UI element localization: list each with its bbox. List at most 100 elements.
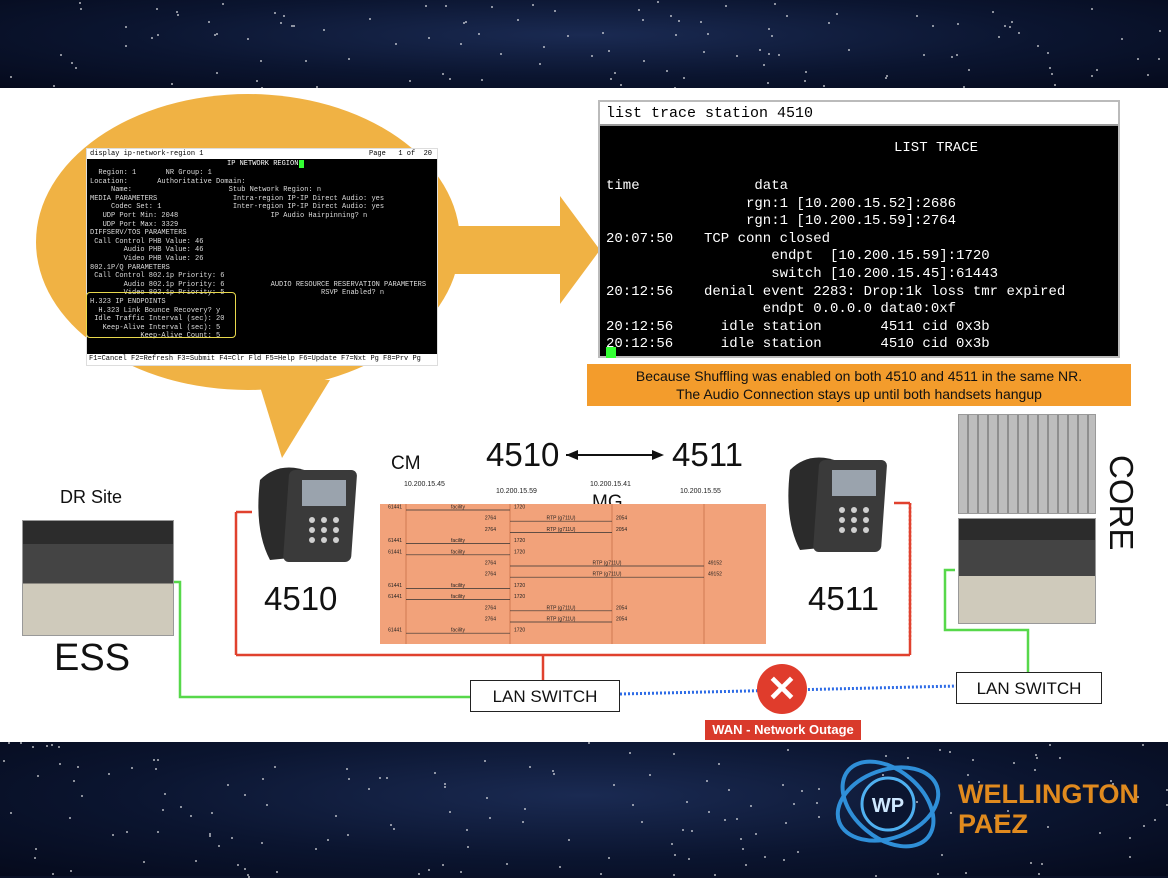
trace-cursor [606,347,616,358]
phone-a-label: 4510 [264,580,338,617]
terminal-footer: F1=Cancel F2=Refresh F3=Submit F4=Clr Fl… [89,355,421,363]
terminal-cursor [299,160,304,168]
ladder-src-port: 61441 [388,505,402,511]
list-trace-terminal: list trace station 4510 LIST TRACE time … [598,100,1120,358]
arrow-to-trace [450,196,600,304]
wp-logo-icon: WP [835,759,941,849]
lan-switch-right: LAN SWITCH [956,672,1102,704]
ladder-src-port: 2764 [485,605,496,611]
ladder-dst-port: 2054 [616,605,627,611]
note-line-1: Because Shuffling was enabled on both 45… [635,368,1083,384]
ladder-src-port: 2764 [485,561,496,567]
ladder-msg-label: RTP (g711U) [547,617,576,623]
ladder-dst-port: 49152 [708,572,722,578]
ladder-dst-port: 49152 [708,561,722,567]
ladder-src-port: 2764 [485,516,496,522]
logo-line-2: PAEZ [958,809,1029,839]
ladder-msg-label: RTP (g711U) [593,572,622,578]
core-label: CORE [1103,455,1140,551]
trace-data: switch [10.200.15.45]:61443 [704,266,999,282]
trace-data: idle station 4510 cid 0x3b [704,336,990,353]
trace-data: denial event 2283: Drop:1k loss tmr expi… [704,283,1066,300]
terminal-header-right: Page 1 of 20 [369,150,433,158]
ladder-src-port: 61441 [388,628,402,634]
logo-line-1: WELLINGTON [958,779,1139,809]
ip-phone-4510 [258,467,357,562]
ladder-dst-port: 1720 [514,594,525,600]
ladder-msg-label: RTP (g711U) [547,516,576,522]
terminal-line: Call Control PHB Value: 46 [90,237,204,246]
call-arrow-left-head [566,450,578,460]
ladder-msg-label: facility [451,628,465,634]
ladder-src-port: 61441 [388,594,402,600]
ladder-msg-label: RTP (g711U) [593,561,622,567]
ip-phone-4511 [788,457,887,552]
terminal-header-left: display ip-network-region 1 [90,150,204,158]
ladder-host: 10.200.15.55 [680,488,721,495]
ladder-src-port: 61441 [388,538,402,544]
ladder-dst-port: 1720 [514,628,525,634]
trace-data: idle station 4511 cid 0x3b [704,318,990,335]
shuffling-note: Because Shuffling was enabled on both 45… [587,364,1131,406]
core-gateway-photo [958,414,1096,514]
bubble-tail [258,380,330,458]
terminal-line: MEDIA PARAMETERS Intra-region IP-IP Dire… [90,194,385,203]
ladder-diagram: 61441 facility 1720 2764 RTP (g711U) 2054 2764… [388,504,722,644]
ladder-dst-port: 1720 [514,538,525,544]
trace-time: 20:12:56 [606,336,674,353]
trace-command: list trace station 4510 [600,102,1118,126]
call-arrow-right-head [652,450,664,460]
ladder-dst-port: 2054 [616,527,627,533]
trace-data: TCP conn closed [704,230,831,247]
ladder-dst-port: 1720 [514,505,525,511]
ladder-src-port: 61441 [388,583,402,589]
ladder-msg-label: RTP (g711U) [547,527,576,533]
terminal-line: Call Control 802.1p Priority: 6 [90,272,225,281]
ladder-src-port: 2764 [485,527,496,533]
cm-label: CM [391,453,421,474]
trace-data: rgn:1 [10.200.15.52]:2686 [704,195,957,212]
ladder-dst-port: 1720 [514,583,525,589]
trace-data: endpt [10.200.15.59]:1720 [704,248,990,265]
trace-time: 20:12:56 [606,283,674,300]
terminal-line: DIFFSERV/TOS PARAMETERS [90,229,187,238]
terminal-line: Codec Set: 1 Inter-region IP-IP Direct A… [90,203,385,212]
ext-b-label: 4511 [672,436,743,473]
ladder-msg-label: facility [451,583,465,589]
trace-time: time [606,178,640,194]
phone-b-label: 4511 [808,580,879,617]
dr-site-label: DR Site [60,487,123,507]
ladder-msg-label: facility [451,594,465,600]
terminal-line: UDP Port Min: 2048 IP Audio Hairpinning?… [90,212,368,220]
terminal-line: UDP Port Max: 3329 [90,220,179,229]
terminal-line: Region: 1 NR Group: 1 [90,169,212,177]
ladder-host: 10.200.15.45 [404,481,445,488]
terminal-line: Name: Stub Network Region: n [90,186,322,195]
ladder-msg-label: facility [451,549,465,555]
trace-heading: LIST TRACE [894,140,979,156]
ladder-msg-label: facility [451,538,465,544]
trace-data: data [704,178,789,194]
lan-switch-left: LAN SWITCH [470,680,620,712]
ext-a-label: 4510 [486,436,560,473]
outage-x-icon: ✕ [757,664,807,714]
trace-time: 20:07:50 [606,230,674,247]
ess-label: ESS [54,637,131,679]
trace-data: endpt 0.0.0.0 data0:0xf [704,301,957,318]
ladder-host: 10.200.15.41 [590,481,631,488]
ladder-msg-label: facility [451,505,465,511]
terminal-line: Audio 802.1p Priority: 6 AUDIO RESOURCE … [90,280,427,289]
ladder-dst-port: 2054 [616,516,627,522]
ladder-src-port: 61441 [388,549,402,555]
terminal-title: IP NETWORK REGION [227,160,299,168]
ladder-src-port: 2764 [485,617,496,623]
ladder-src-port: 2764 [485,572,496,578]
logo-mark: WP [872,795,904,817]
note-line-2: The Audio Connection stays up until both… [676,386,1042,402]
ladder-host: 10.200.15.59 [496,488,537,495]
terminal-line: Location: Authoritative Domain: [90,177,246,186]
ladder-dst-port: 1720 [514,549,525,555]
ladder-msg-label: RTP (g711U) [547,605,576,611]
terminal-line: Audio PHB Value: 46 [90,246,204,255]
terminal-line: Video PHB Value: 26 [90,255,204,263]
